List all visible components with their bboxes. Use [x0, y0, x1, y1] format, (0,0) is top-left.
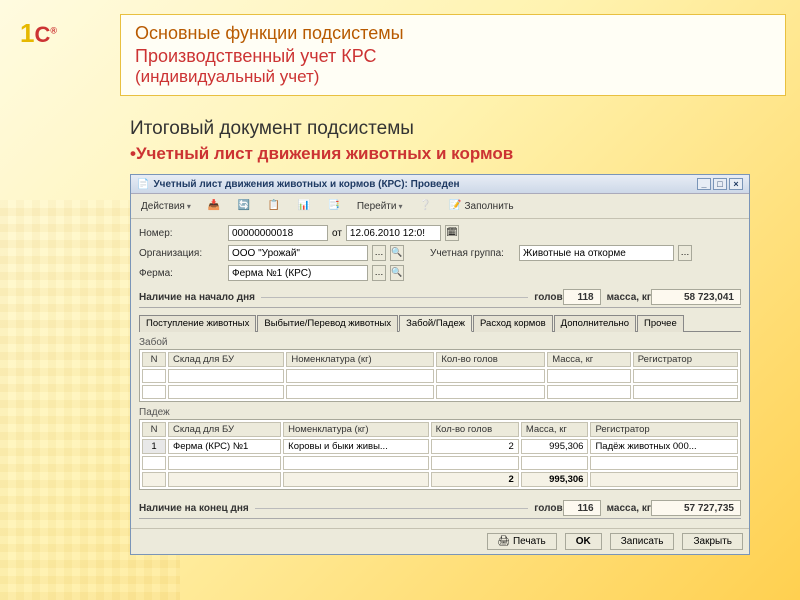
table-row: 1 Ферма (КРС) №1 Коровы и быки живы... 2… [142, 439, 738, 454]
org-search-button[interactable]: 🔍 [390, 245, 404, 261]
label-from: от [332, 228, 342, 239]
logo-1c: 1C® [20, 18, 70, 58]
table-row-empty [142, 456, 738, 470]
col-mass: Масса, кг [521, 422, 589, 437]
end-mass-value: 57 727,735 [651, 500, 741, 516]
heads-label: голов [534, 292, 562, 303]
printer-icon: 🖨 [498, 536, 513, 547]
end-day-label: Наличие на конец дня [139, 503, 249, 514]
maximize-button[interactable]: □ [713, 178, 727, 190]
mass-label-end: масса, кг [607, 503, 651, 514]
close-button[interactable]: × [729, 178, 743, 190]
table-row-total: 2 995,306 [142, 472, 738, 487]
total-heads: 2 [431, 472, 519, 487]
slide-header: Основные функции подсистемы Производстве… [120, 14, 786, 96]
cell-mass[interactable]: 995,306 [521, 439, 589, 454]
start-heads-value: 118 [563, 289, 601, 305]
zaboi-grid[interactable]: N Склад для БУ Номенклатура (кг) Кол-во … [139, 349, 741, 402]
subtitle: Итоговый документ подсистемы •Учетный ли… [130, 118, 513, 164]
form-body: Номер: от 🗓 Организация: … 🔍 Учетная гру… [131, 219, 749, 528]
toolbar: Действия 📥 🔄 📋 📊 📑 Перейти ❔ 📝Заполнить [131, 194, 749, 219]
cell-n[interactable]: 1 [142, 439, 166, 454]
col-reg: Регистратор [633, 352, 738, 367]
label-number: Номер: [139, 228, 224, 239]
cell-sklad[interactable]: Ферма (КРС) №1 [168, 439, 281, 454]
navigate-menu[interactable]: Перейти [351, 199, 409, 214]
col-sklad: Склад для БУ [168, 422, 281, 437]
actions-menu[interactable]: Действия [135, 199, 197, 214]
ok-button[interactable]: OK [565, 533, 602, 550]
app-window: 📄 Учетный лист движения животных и кормо… [130, 174, 750, 555]
padez-title: Падеж [139, 406, 741, 419]
cell-reg[interactable]: Падёж животных 000... [590, 439, 738, 454]
zaboi-title: Забой [139, 336, 741, 349]
col-n: N [142, 352, 166, 367]
header-line3: (индивидуальный учет) [135, 67, 771, 87]
tab-feed[interactable]: Расход кормов [473, 315, 553, 332]
start-mass-value: 58 723,041 [651, 289, 741, 305]
doc-icon: 📄 [137, 179, 149, 190]
col-n: N [142, 422, 166, 437]
col-heads: Кол-во голов [436, 352, 545, 367]
label-group: Учетная группа: [430, 248, 515, 259]
padez-section: Падеж N Склад для БУ Номенклатура (кг) К… [139, 406, 741, 490]
mass-label: масса, кг [607, 292, 651, 303]
toolbar-icon3[interactable]: 📋 [261, 197, 287, 215]
tab-extra[interactable]: Дополнительно [554, 315, 636, 332]
tab-other[interactable]: Прочее [637, 315, 684, 332]
table-row-empty [142, 385, 738, 399]
tab-slaughter[interactable]: Забой/Падеж [399, 315, 472, 332]
write-button[interactable]: Записать [610, 533, 675, 550]
date-input[interactable] [346, 225, 441, 241]
col-sklad: Склад для БУ [168, 352, 284, 367]
end-heads-value: 116 [563, 500, 601, 516]
toolbar-icon5[interactable]: 📑 [321, 197, 347, 215]
header-line2: Производственный учет КРС [135, 46, 771, 67]
minimize-button[interactable]: _ [697, 178, 711, 190]
farm-select-button[interactable]: … [372, 265, 386, 281]
farm-search-button[interactable]: 🔍 [390, 265, 404, 281]
group-select-button[interactable]: … [678, 245, 692, 261]
number-input[interactable] [228, 225, 328, 241]
col-nomen: Номенклатура (кг) [286, 352, 434, 367]
org-select-button[interactable]: … [372, 245, 386, 261]
org-input[interactable] [228, 245, 368, 261]
toolbar-icon4[interactable]: 📊 [291, 197, 317, 215]
col-nomen: Номенклатура (кг) [283, 422, 428, 437]
heads-label-end: голов [534, 503, 562, 514]
zaboi-section: Забой N Склад для БУ Номенклатура (кг) К… [139, 336, 741, 402]
window-title: Учетный лист движения животных и кормов … [153, 179, 459, 190]
col-reg: Регистратор [590, 422, 738, 437]
col-heads: Кол-во голов [431, 422, 519, 437]
label-farm: Ферма: [139, 268, 224, 279]
close-form-button[interactable]: Закрыть [682, 533, 743, 550]
subtitle-line2: •Учетный лист движения животных и кормов [130, 144, 513, 164]
farm-input[interactable] [228, 265, 368, 281]
cell-heads[interactable]: 2 [431, 439, 519, 454]
subtitle-line1: Итоговый документ подсистемы [130, 118, 513, 140]
col-mass: Масса, кг [547, 352, 631, 367]
cell-nomen[interactable]: Коровы и быки живы... [283, 439, 428, 454]
start-day-label: Наличие на начало дня [139, 292, 255, 303]
print-button[interactable]: 🖨 Печать [487, 533, 557, 550]
tab-transfer[interactable]: Выбытие/Перевод животных [257, 315, 398, 332]
footer-bar: 🖨 Печать OK Записать Закрыть [131, 528, 749, 554]
header-line1: Основные функции подсистемы [135, 23, 771, 44]
date-picker-icon[interactable]: 🗓 [445, 225, 459, 241]
toolbar-help-icon[interactable]: ❔ [412, 197, 438, 215]
titlebar: 📄 Учетный лист движения животных и кормо… [131, 175, 749, 194]
total-mass: 995,306 [521, 472, 589, 487]
group-input[interactable] [519, 245, 674, 261]
tab-arrivals[interactable]: Поступление животных [139, 315, 256, 332]
tabs: Поступление животных Выбытие/Перевод жив… [139, 314, 741, 332]
toolbar-icon2[interactable]: 🔄 [231, 197, 257, 215]
padez-grid[interactable]: N Склад для БУ Номенклатура (кг) Кол-во … [139, 419, 741, 490]
label-org: Организация: [139, 248, 224, 259]
fill-button[interactable]: 📝Заполнить [442, 197, 519, 215]
table-row-empty [142, 369, 738, 383]
toolbar-icon1[interactable]: 📥 [201, 197, 227, 215]
